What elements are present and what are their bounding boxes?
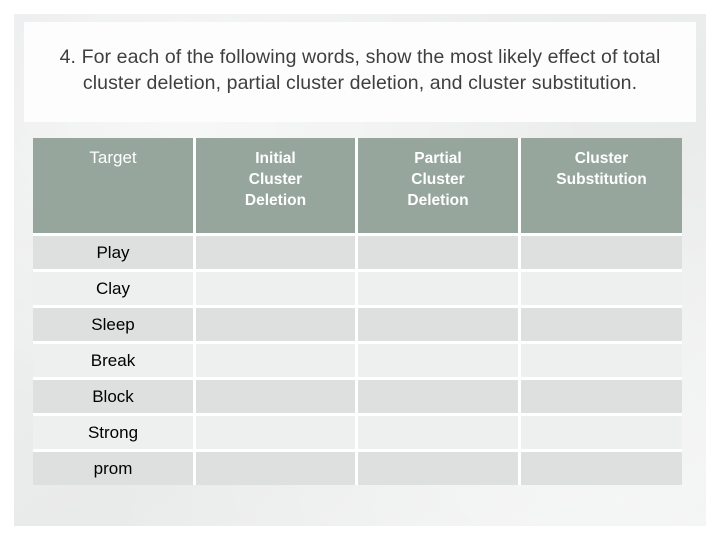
table-row: Break xyxy=(33,341,682,377)
target-word-cell: prom xyxy=(33,449,196,485)
target-word-cell: Strong xyxy=(33,413,196,449)
title-card: 4. For each of the following words, show… xyxy=(24,22,696,122)
target-word-cell: Play xyxy=(33,233,196,269)
initial-cluster-deletion-cell[interactable] xyxy=(196,233,358,269)
target-word-cell: Clay xyxy=(33,269,196,305)
cluster-substitution-cell[interactable] xyxy=(521,377,682,413)
partial-cluster-deletion-cell[interactable] xyxy=(358,305,521,341)
initial-cluster-deletion-cell[interactable] xyxy=(196,377,358,413)
target-word-cell: Block xyxy=(33,377,196,413)
column-header-cluster-substitution: Cluster Substitution xyxy=(521,138,682,233)
cluster-substitution-cell[interactable] xyxy=(521,449,682,485)
table-header: Target Initial Cluster Deletion Partial … xyxy=(33,138,682,233)
target-word-cell: Break xyxy=(33,341,196,377)
worksheet-table: Target Initial Cluster Deletion Partial … xyxy=(33,138,682,485)
cluster-substitution-cell[interactable] xyxy=(521,305,682,341)
initial-cluster-deletion-cell[interactable] xyxy=(196,269,358,305)
partial-cluster-deletion-cell[interactable] xyxy=(358,449,521,485)
partial-cluster-deletion-cell[interactable] xyxy=(358,377,521,413)
partial-cluster-deletion-cell[interactable] xyxy=(358,413,521,449)
cluster-substitution-cell[interactable] xyxy=(521,269,682,305)
table-row: Block xyxy=(33,377,682,413)
table-row: Clay xyxy=(33,269,682,305)
table-row: Sleep xyxy=(33,305,682,341)
table-row: prom xyxy=(33,449,682,485)
column-header-partial-cluster-deletion: Partial Cluster Deletion xyxy=(358,138,521,233)
initial-cluster-deletion-cell[interactable] xyxy=(196,449,358,485)
initial-cluster-deletion-cell[interactable] xyxy=(196,305,358,341)
cluster-substitution-cell[interactable] xyxy=(521,341,682,377)
cluster-substitution-cell[interactable] xyxy=(521,233,682,269)
partial-cluster-deletion-cell[interactable] xyxy=(358,233,521,269)
partial-cluster-deletion-cell[interactable] xyxy=(358,341,521,377)
column-header-target: Target xyxy=(33,138,196,233)
target-word-cell: Sleep xyxy=(33,305,196,341)
table-row: Play xyxy=(33,233,682,269)
table-body: Play Clay Sleep Break Block Strong prom xyxy=(33,233,682,485)
column-header-initial-cluster-deletion: Initial Cluster Deletion xyxy=(196,138,358,233)
page-title: 4. For each of the following words, show… xyxy=(59,46,661,94)
slide: 4. For each of the following words, show… xyxy=(0,0,720,540)
cluster-substitution-cell[interactable] xyxy=(521,413,682,449)
initial-cluster-deletion-cell[interactable] xyxy=(196,341,358,377)
table-header-row: Target Initial Cluster Deletion Partial … xyxy=(33,138,682,233)
initial-cluster-deletion-cell[interactable] xyxy=(196,413,358,449)
partial-cluster-deletion-cell[interactable] xyxy=(358,269,521,305)
table-row: Strong xyxy=(33,413,682,449)
